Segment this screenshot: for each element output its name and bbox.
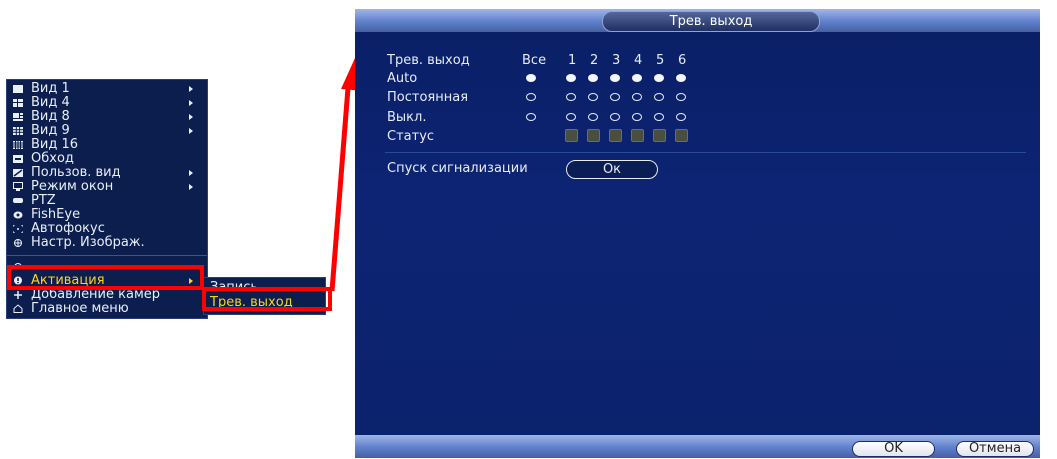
- row-label-off: Выкл.: [387, 110, 427, 125]
- radio-constant-ch5[interactable]: [654, 93, 664, 101]
- channel-4-header: 4: [634, 53, 643, 68]
- channel-3-header: 3: [612, 53, 621, 68]
- ok-button[interactable]: OK: [852, 441, 935, 457]
- radio-auto-all[interactable]: [526, 74, 536, 82]
- radio-off-ch3[interactable]: [610, 113, 620, 121]
- radio-constant-ch6[interactable]: [676, 93, 686, 101]
- radio-auto-ch1[interactable]: [566, 74, 576, 82]
- radio-off-ch6[interactable]: [676, 113, 686, 121]
- radio-auto-ch6[interactable]: [676, 74, 686, 82]
- dialog-footer: [355, 435, 1040, 458]
- channel-6-header: 6: [678, 53, 687, 68]
- radio-constant-ch4[interactable]: [632, 93, 642, 101]
- radio-constant-ch1[interactable]: [566, 93, 576, 101]
- alarm-out-header: Трев. выход: [387, 53, 470, 68]
- status-indicator-ch2: [587, 129, 600, 142]
- channel-2-header: 2: [590, 53, 599, 68]
- radio-constant-ch3[interactable]: [610, 93, 620, 101]
- section-divider: [385, 152, 1026, 153]
- status-indicator-ch4: [631, 129, 644, 142]
- status-indicator-ch1: [565, 129, 578, 142]
- radio-constant-all[interactable]: [526, 93, 536, 101]
- radio-auto-ch3[interactable]: [610, 74, 620, 82]
- radio-off-ch4[interactable]: [632, 113, 642, 121]
- row-label-auto: Auto: [387, 71, 418, 86]
- status-indicator-ch6: [675, 129, 688, 142]
- alarm-release-label: Спуск сигнализации: [387, 161, 528, 176]
- row-label-status: Статус: [387, 129, 435, 144]
- radio-constant-ch2[interactable]: [588, 93, 598, 101]
- alarm-out-dialog: Трев. выход: [355, 9, 1040, 458]
- status-indicator-ch5: [653, 129, 666, 142]
- channel-1-header: 1: [568, 53, 577, 68]
- radio-auto-ch2[interactable]: [588, 74, 598, 82]
- channel-5-header: 5: [656, 53, 665, 68]
- radio-off-ch5[interactable]: [654, 113, 664, 121]
- status-indicator-ch3: [609, 129, 622, 142]
- radio-auto-ch5[interactable]: [654, 74, 664, 82]
- radio-off-ch2[interactable]: [588, 113, 598, 121]
- dialog-title: Трев. выход: [602, 11, 820, 32]
- all-header: Все: [522, 53, 547, 68]
- cancel-button[interactable]: Отмена: [956, 441, 1034, 457]
- alarm-release-ok-button[interactable]: Ок: [566, 160, 658, 179]
- row-label-constant: Постоянная: [387, 90, 469, 105]
- radio-off-ch1[interactable]: [566, 113, 576, 121]
- radio-auto-ch4[interactable]: [632, 74, 642, 82]
- dialog-title-bar: Трев. выход: [355, 9, 1040, 32]
- radio-off-all[interactable]: [526, 113, 536, 121]
